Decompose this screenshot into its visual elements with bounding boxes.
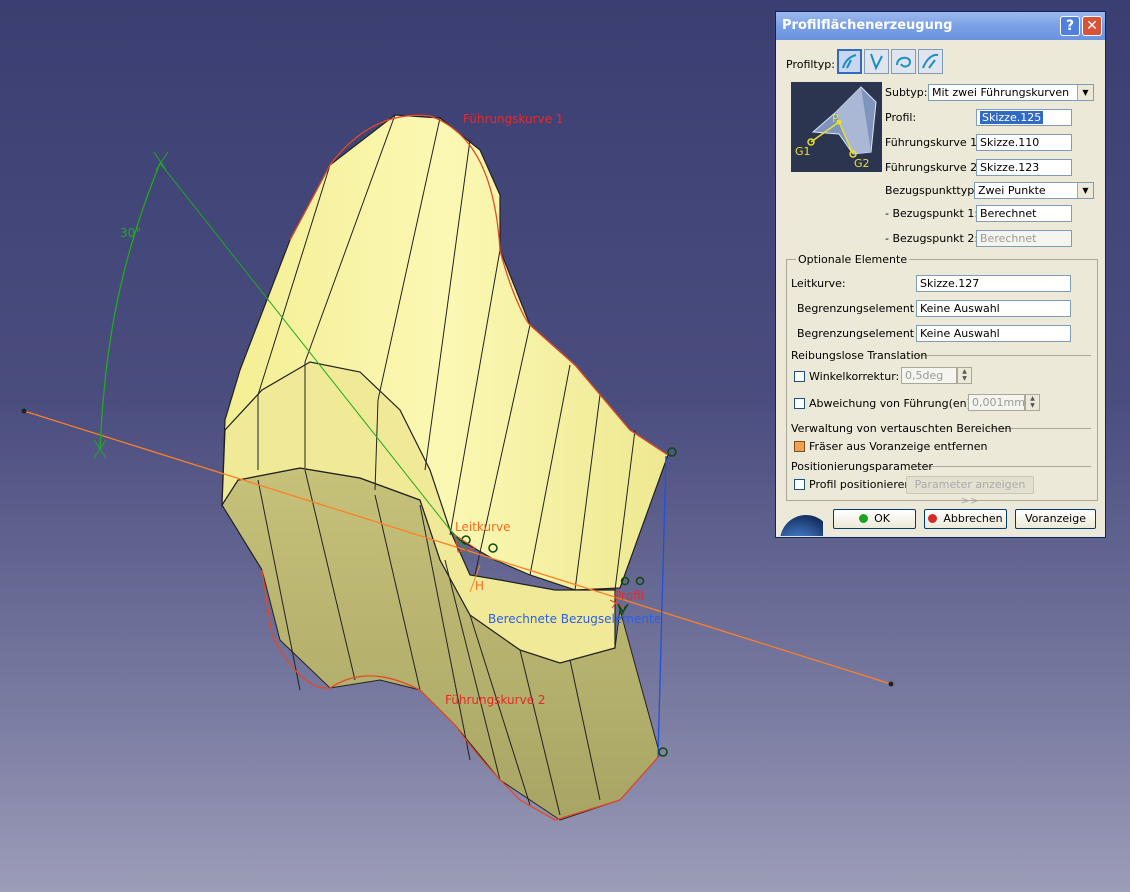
chevron-down-icon[interactable]: ▼ <box>1077 183 1093 198</box>
bp2-label: - Bezugspunkt 2: <box>885 232 979 245</box>
angle-arc <box>99 162 161 451</box>
profil-field[interactable]: Skizze.125 <box>976 109 1072 126</box>
fk1-field[interactable]: Skizze.110 <box>976 134 1072 151</box>
profiltyp-label: Profiltyp: <box>786 58 835 71</box>
divider <box>911 355 1091 356</box>
bp1-label: - Bezugspunkt 1: <box>885 207 979 220</box>
begr1-label: Begrenzungselement 1: <box>797 302 929 315</box>
cancel-dot-icon <box>928 514 938 523</box>
winkelkorrektur-checkbox[interactable] <box>794 371 805 382</box>
position-title: Positionierungsparameter <box>791 460 933 473</box>
begr2-label: Begrenzungselement 2: <box>797 327 929 340</box>
verwaltung-title: Verwaltung von vertauschten Bereichen <box>791 422 1012 435</box>
cancel-button[interactable]: Abbrechen <box>924 509 1007 529</box>
subtyp-value: Mit zwei Führungskurven <box>932 86 1070 99</box>
profile-type-line-icon[interactable] <box>864 49 889 74</box>
abweichung-input: 0,001mm <box>968 394 1025 411</box>
profil-positionieren-label: Profil positionieren <box>809 478 912 491</box>
chevron-down-icon[interactable]: ▼ <box>1077 85 1093 100</box>
label-h-axis: H <box>475 579 484 593</box>
optional-elements-title: Optionale Elemente <box>796 253 910 266</box>
svg-text:G2: G2 <box>854 157 870 170</box>
begr2-field[interactable]: Keine Auswahl <box>916 325 1071 342</box>
leitkurve-field[interactable]: Skizze.127 <box>916 275 1071 292</box>
reference-line[interactable] <box>657 455 667 758</box>
divider <box>916 466 1091 467</box>
label-v-axis: V <box>618 604 627 618</box>
svg-text:G1: G1 <box>795 145 811 158</box>
fraeser-label: Fräser aus Voranzeige entfernen <box>809 440 988 453</box>
bezugspunkttyp-value: Zwei Punkte <box>978 184 1046 197</box>
close-button[interactable]: ✕ <box>1082 16 1102 36</box>
subtype-preview-image: G1 G2 P <box>791 82 882 172</box>
fraeser-checkbox[interactable] <box>794 441 805 452</box>
begr1-field[interactable]: Keine Auswahl <box>916 300 1071 317</box>
abweichung-label: Abweichung von Führung(en): <box>809 397 975 410</box>
profile-type-conic-icon[interactable] <box>918 49 943 74</box>
abweichung-checkbox[interactable] <box>794 398 805 409</box>
profil-positionieren-checkbox[interactable] <box>794 479 805 490</box>
winkelkorrektur-input: 0,5deg <box>901 367 957 384</box>
dialog-titlebar[interactable]: Profilflächenerzeugung ? ✕ <box>776 12 1105 40</box>
bp2-field: Berechnet <box>976 230 1072 247</box>
label-berechnete-bezugselemente: Berechnete Bezugselemente <box>488 612 661 626</box>
bp1-field[interactable]: Berechnet <box>976 205 1072 222</box>
label-angle: 30° <box>120 226 141 240</box>
label-profil: Profil <box>614 589 644 603</box>
subtyp-select[interactable]: Mit zwei Führungskurven ▼ <box>928 84 1094 101</box>
winkelkorrektur-label: Winkelkorrektur: <box>809 370 900 383</box>
label-leitkurve: Leitkurve <box>455 520 511 534</box>
profile-surface-dialog[interactable]: Profilflächenerzeugung ? ✕ Profiltyp: G1… <box>775 11 1106 538</box>
label-fuehrungskurve-1: Führungskurve 1 <box>463 112 564 126</box>
leitkurve-label: Leitkurve: <box>791 277 846 290</box>
translation-title: Reibungslose Translation <box>791 349 928 362</box>
winkelkorrektur-spinner: ▲ ▼ <box>957 367 972 384</box>
subtyp-label: Subtyp: <box>885 86 928 99</box>
ok-button[interactable]: OK <box>833 509 916 529</box>
fk2-label: Führungskurve 2: <box>885 161 981 174</box>
dialog-title: Profilflächenerzeugung <box>782 18 953 33</box>
label-fuehrungskurve-2: Führungskurve 2 <box>445 693 546 707</box>
profile-type-circle-icon[interactable] <box>891 49 916 74</box>
ok-dot-icon <box>859 514 869 523</box>
bezugspunkttyp-select[interactable]: Zwei Punkte ▼ <box>974 182 1094 199</box>
parameter-anzeigen-button: Parameter anzeigen >> <box>906 476 1034 507</box>
catia-globe-icon <box>780 515 823 536</box>
bezugspunkttyp-label: Bezugspunkttyp: <box>885 184 978 197</box>
preview-button[interactable]: Voranzeige <box>1015 509 1096 529</box>
fk2-field[interactable]: Skizze.123 <box>976 159 1072 176</box>
profile-type-explicit-icon[interactable] <box>837 49 862 74</box>
help-button[interactable]: ? <box>1060 16 1080 36</box>
abweichung-spinner: ▲ ▼ <box>1025 394 1040 411</box>
svg-text:P: P <box>832 112 839 125</box>
profil-label: Profil: <box>885 111 917 124</box>
fk1-label: Führungskurve 1: <box>885 136 981 149</box>
